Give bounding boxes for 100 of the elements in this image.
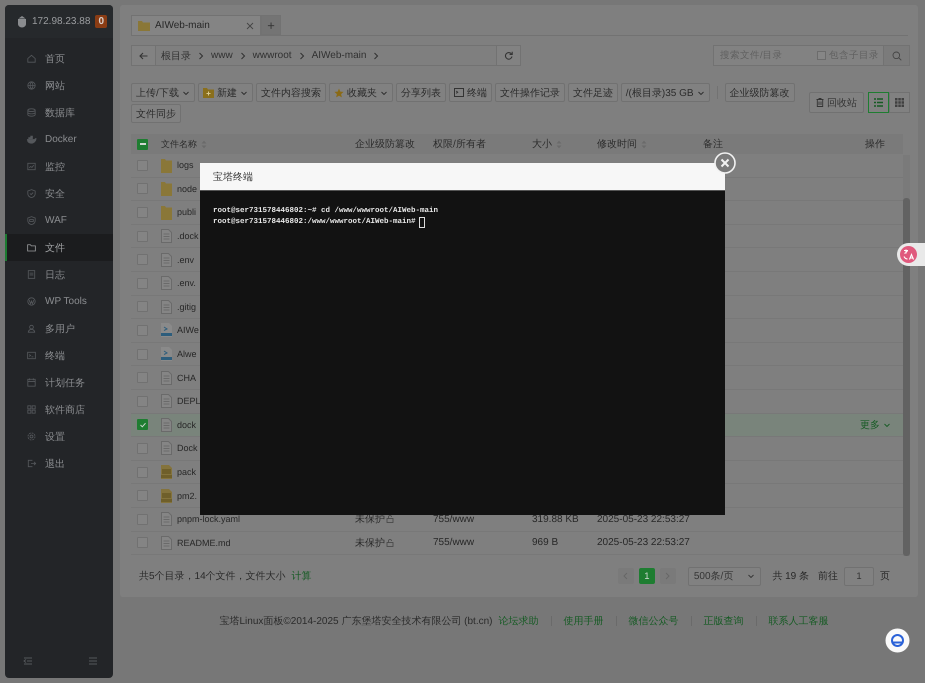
checkmark-icon	[138, 420, 146, 429]
file-icon	[161, 276, 172, 290]
sidebar-item[interactable]: 退出	[5, 450, 113, 477]
table-row[interactable]: README.md 未保护 755/www 969 B 2025-05-23 22:53:27	[131, 532, 903, 556]
file-name[interactable]: publi	[177, 207, 196, 218]
file-name[interactable]: DEPL	[177, 396, 201, 406]
json-file-icon	[161, 465, 172, 480]
toolbar-button[interactable]: 文件同步	[131, 104, 181, 123]
logo-icon	[16, 15, 28, 28]
file-name[interactable]: pack	[177, 467, 196, 478]
recycle-bin-button[interactable]: 回收站	[809, 92, 864, 113]
sidebar-item[interactable]: 监控	[5, 153, 113, 180]
checkbox[interactable]	[137, 419, 148, 430]
sidebar-item[interactable]: 日志	[5, 261, 113, 288]
sidebar-item[interactable]: WAF	[5, 207, 113, 234]
close-icon	[246, 22, 254, 30]
sidebar-item[interactable]: 终端	[5, 342, 113, 369]
sidebar-item[interactable]: 文件	[5, 234, 113, 261]
toolbar-button[interactable]: 终端	[448, 83, 492, 102]
home-icon	[26, 53, 37, 64]
file-icon	[161, 536, 172, 550]
translate-button[interactable]	[897, 243, 925, 266]
toolbar-button[interactable]: 文件足迹	[568, 83, 618, 102]
unlock-icon	[386, 538, 394, 547]
sidebar-item[interactable]: 网站	[5, 72, 113, 99]
shield-icon	[26, 188, 37, 199]
page-size-select[interactable]: 500条/页	[688, 566, 762, 586]
toolbar-dropdown[interactable]: 收藏夹	[328, 83, 393, 102]
file-tab[interactable]: AIWeb-main	[131, 15, 261, 35]
scrollbar[interactable]	[903, 155, 910, 556]
chat-icon	[885, 628, 910, 653]
sidebar-item[interactable]: 首页	[5, 45, 113, 72]
column-header: 权限/所有者	[433, 138, 486, 151]
whale-icon	[26, 134, 37, 145]
user-icon	[26, 323, 37, 334]
sidebar-item[interactable]: 软件商店	[5, 396, 113, 423]
file-name[interactable]: Alwe	[177, 349, 197, 360]
calendar-icon	[26, 377, 37, 388]
file-name[interactable]: node	[177, 184, 198, 194]
unlock-icon	[386, 515, 394, 524]
page-button[interactable]: 1	[638, 568, 655, 584]
toolbar-button[interactable]: 分享列表	[396, 83, 446, 102]
file-name[interactable]: Dock	[177, 443, 198, 454]
file-name[interactable]: .env.	[177, 278, 196, 288]
previous-page-button[interactable]	[618, 568, 634, 584]
star-icon	[334, 88, 344, 98]
toolbar-button[interactable]: 企业级防篡改	[724, 83, 795, 102]
page-input[interactable]: 1	[844, 566, 874, 586]
file-icon	[161, 300, 172, 314]
caret-icon	[380, 88, 388, 96]
sidebar-item[interactable]: 计划任务	[5, 369, 113, 396]
view-toggle[interactable]	[889, 92, 910, 113]
list-view-icon	[874, 98, 883, 107]
folder-icon	[138, 20, 150, 30]
folder-icon	[161, 181, 172, 196]
column-header[interactable]: 修改时间	[597, 137, 637, 151]
script-file-icon	[161, 347, 172, 362]
sidebar-item[interactable]: 多用户	[5, 315, 113, 342]
file-name[interactable]: CHA	[177, 372, 196, 383]
file-name[interactable]: AIWe	[177, 325, 199, 336]
more-link[interactable]: 更多	[860, 418, 891, 432]
folder-icon	[161, 158, 172, 173]
wordpress-icon	[26, 296, 37, 307]
toolbar-dropdown[interactable]: /(根目录)35 GB	[620, 83, 710, 102]
file-name[interactable]: logs	[177, 160, 194, 170]
chevron-icon	[198, 52, 204, 60]
file-name[interactable]: dock	[177, 420, 196, 430]
breadcrumb-link[interactable]: AIWeb-main	[312, 50, 366, 61]
sidebar-item[interactable]: 数据库	[5, 99, 113, 126]
checkbox[interactable]	[137, 138, 148, 150]
table-cell: 2025-05-23 22:53:27	[597, 514, 690, 525]
column-header[interactable]: 大小	[532, 137, 552, 151]
file-name[interactable]: .env	[177, 254, 194, 265]
toolbar-button[interactable]: 文件内容搜索	[256, 83, 326, 102]
column-header[interactable]: 文件名称	[161, 138, 197, 150]
file-icon	[161, 394, 172, 408]
file-name[interactable]: .gitig	[177, 302, 196, 312]
table-cell: 755/www	[433, 537, 474, 548]
database-icon	[26, 107, 37, 118]
breadcrumb-link[interactable]: 根目录	[161, 48, 191, 62]
calculate-link[interactable]: 计算	[292, 569, 312, 583]
next-page-button[interactable]	[660, 568, 676, 584]
sidebar-item[interactable]: 安全	[5, 180, 113, 207]
toolbar-dropdown[interactable]: 上传/下载	[131, 83, 195, 102]
sidebar-item[interactable]: 设置	[5, 423, 113, 450]
toolbar-button[interactable]: 文件操作记录	[494, 83, 565, 102]
toolbar-dropdown[interactable]: 新建	[198, 83, 253, 102]
notification-badge[interactable]: 0	[95, 15, 107, 28]
file-name[interactable]: pnpm-lock.yaml	[177, 514, 240, 524]
sidebar-item[interactable]: WP Tools	[5, 288, 113, 315]
new-tab-button[interactable]: +	[261, 15, 281, 35]
breadcrumb-link[interactable]: wwwroot	[252, 50, 292, 61]
file-name[interactable]: pm2.	[177, 490, 198, 501]
view-toggle[interactable]	[868, 92, 889, 113]
path-bar[interactable]: 根目录 www wwwroot AIWeb-main	[131, 45, 521, 66]
sidebar-item[interactable]: Docker	[5, 126, 113, 153]
terminal-icon	[454, 88, 464, 97]
breadcrumb-link[interactable]: www	[211, 50, 233, 61]
file-name[interactable]: README.md	[177, 538, 231, 548]
file-name[interactable]: .dock	[177, 231, 199, 242]
